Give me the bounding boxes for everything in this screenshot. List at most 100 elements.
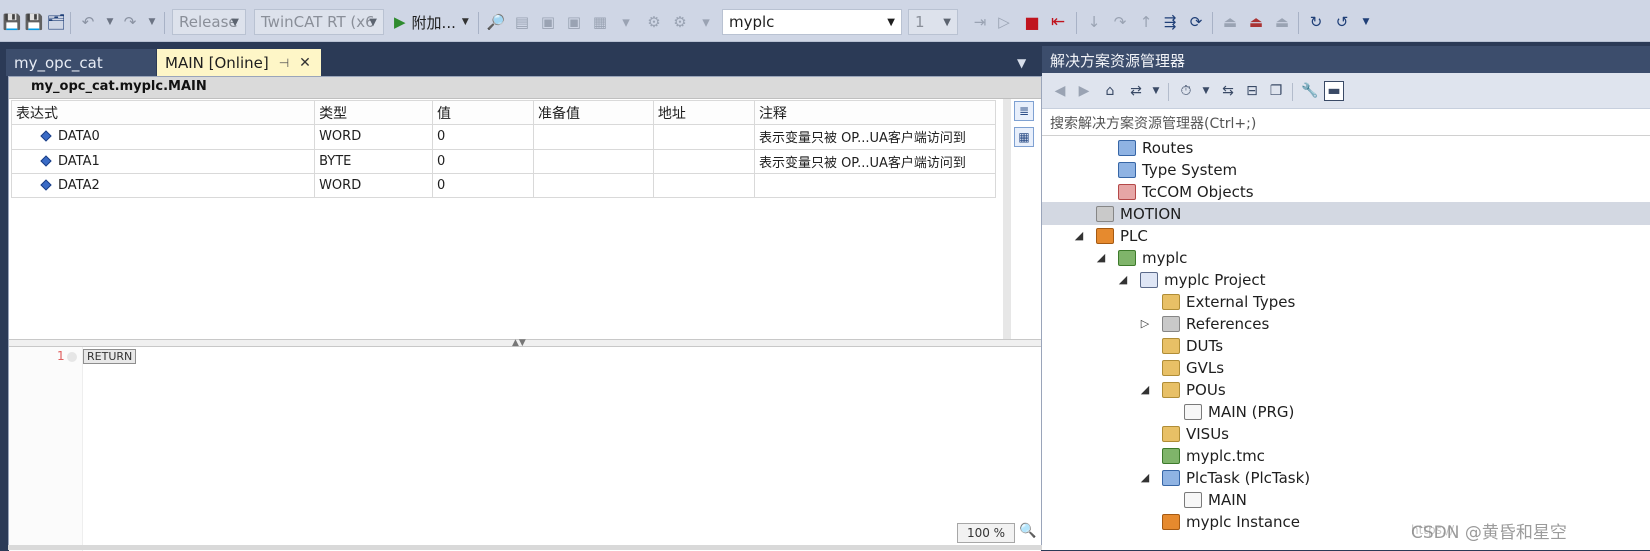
column-header-expression[interactable]: 表达式 <box>10 99 316 126</box>
restart-icon[interactable]: ▣ <box>564 10 584 34</box>
login-icon[interactable]: ⇥ <box>970 10 990 34</box>
expanded-arrow-icon[interactable]: ◢ <box>1138 471 1152 484</box>
configuration-dropdown[interactable]: Release ▼ <box>172 9 246 35</box>
zoom-icon[interactable]: 🔍 <box>1019 523 1036 539</box>
platform-dropdown[interactable]: TwinCAT RT (x6 ▼ <box>254 9 384 35</box>
tree-item-myplc[interactable]: ◢ myplc <box>1094 246 1188 269</box>
table-row[interactable]: DATA2 WORD 0 <box>10 172 997 199</box>
tabular-view-icon[interactable]: ▦ <box>1014 127 1034 147</box>
download-icon[interactable]: ⏏ <box>1220 10 1240 34</box>
scan-icon[interactable]: ▾ <box>616 10 636 34</box>
tab-my-opc-cat[interactable]: my_opc_cat <box>6 49 156 76</box>
tree-item-routes[interactable]: Routes <box>1118 136 1193 159</box>
solution-search-input[interactable]: 搜索解决方案资源管理器(Ctrl+;) <box>1042 109 1650 136</box>
stop-icon[interactable]: ■ <box>1022 10 1042 34</box>
prepared-value-cell[interactable] <box>532 124 654 150</box>
refresh-icon[interactable]: ↻ <box>1306 10 1326 34</box>
more-icon[interactable]: ▾ <box>696 10 716 34</box>
tab-main-online[interactable]: MAIN [Online] ⊣ ✕ <box>157 49 321 76</box>
tree-item-main-prg[interactable]: MAIN (PRG) <box>1184 400 1294 423</box>
undo-icon[interactable]: ↶ <box>78 10 98 34</box>
expanded-arrow-icon[interactable]: ◢ <box>1116 273 1130 286</box>
expanded-arrow-icon[interactable]: ◢ <box>1094 251 1108 264</box>
prepared-value-cell[interactable] <box>532 148 654 174</box>
editor-splitter[interactable]: ▲▼ <box>9 338 1041 348</box>
tree-item-external-types[interactable]: External Types <box>1162 290 1295 313</box>
save-icon[interactable]: 💾 <box>24 10 44 34</box>
breakpoint-marker[interactable] <box>67 352 77 362</box>
tree-item-myplc-instance[interactable]: myplc Instance <box>1138 510 1300 533</box>
prepared-value-cell[interactable] <box>532 172 654 199</box>
logout-icon[interactable]: ⇤ <box>1048 10 1068 34</box>
tree-item-visus[interactable]: VISUs <box>1162 422 1229 445</box>
step-over-icon[interactable]: ↷ <box>1110 10 1130 34</box>
step-into-icon[interactable]: ↓ <box>1084 10 1104 34</box>
tree-item-references[interactable]: ▷ References <box>1138 312 1270 335</box>
task-dropdown[interactable]: 1 ▼ <box>908 9 958 35</box>
tree-item-pous[interactable]: ◢ POUs <box>1138 378 1226 401</box>
write-values-icon[interactable]: ⏏ <box>1272 10 1292 34</box>
sync-icon[interactable]: ⇆ <box>1218 81 1238 101</box>
config-mode-icon[interactable]: ▦ <box>590 10 610 34</box>
reset-icon[interactable]: ⟳ <box>1186 10 1206 34</box>
column-header-comment[interactable]: 注释 <box>753 99 997 126</box>
back-icon[interactable]: ◀ <box>1050 81 1070 101</box>
column-header-address[interactable]: 地址 <box>652 99 755 126</box>
pending-changes-icon[interactable]: ⏱ <box>1176 81 1196 101</box>
gear-icon[interactable]: ⚙ <box>670 10 690 34</box>
tree-item-type-system[interactable]: Type System <box>1118 158 1237 181</box>
column-header-type[interactable]: 类型 <box>314 99 433 126</box>
tree-item-motion[interactable]: MOTION <box>1096 202 1181 225</box>
tree-item-myplc-project[interactable]: ◢ myplc Project <box>1116 268 1266 291</box>
redo-dropdown-icon[interactable]: ▼ <box>142 10 162 34</box>
code-editor[interactable]: 1 RETURN 100 % 🔍 <box>9 347 1041 551</box>
close-icon[interactable]: ✕ <box>299 55 311 71</box>
attach-button[interactable]: ▶ 附加... ▼ <box>394 10 469 34</box>
expanded-arrow-icon[interactable]: ◢ <box>1138 383 1152 396</box>
show-next-statement-icon[interactable]: ⇶ <box>1160 10 1180 34</box>
home-icon[interactable]: ⌂ <box>1100 81 1120 101</box>
build-icon[interactable]: ▤ <box>512 10 532 34</box>
tree-item-duts[interactable]: DUTs <box>1162 334 1223 357</box>
redo-icon[interactable]: ↷ <box>120 10 140 34</box>
table-row[interactable]: DATA0 WORD 0 表示变量只被 OP...UA客户端访问到 <box>10 124 997 150</box>
column-header-prepared-value[interactable]: 准备值 <box>532 99 654 126</box>
table-row[interactable]: DATA1 BYTE 0 表示变量只被 OP...UA客户端访问到 <box>10 148 997 174</box>
gear-icon[interactable]: ⚙ <box>644 10 664 34</box>
watch-title: my_opc_cat.myplc.MAIN <box>9 77 1041 99</box>
project-dropdown[interactable]: myplc ▼ <box>722 9 902 35</box>
collapsed-arrow-icon[interactable]: ▷ <box>1138 317 1152 330</box>
collapse-all-icon[interactable]: ⊟ <box>1242 81 1262 101</box>
forward-icon[interactable]: ▶ <box>1074 81 1094 101</box>
expanded-arrow-icon[interactable]: ◢ <box>1072 229 1086 242</box>
declaration-scrollbar[interactable] <box>1003 99 1011 339</box>
toolbar-overflow-icon[interactable]: ▼ <box>1356 10 1376 34</box>
tree-item-myplc-tmc[interactable]: myplc.tmc <box>1162 444 1265 467</box>
activate-config-icon[interactable]: ▣ <box>538 10 558 34</box>
save-icon[interactable]: 💾 <box>2 10 22 34</box>
chevron-down-icon[interactable]: ▼ <box>1146 81 1166 101</box>
copy-icon[interactable]: ❐ <box>1266 81 1286 101</box>
pin-icon[interactable]: ⊣ <box>279 56 289 70</box>
upload-icon[interactable]: ⏏ <box>1246 10 1266 34</box>
tree-item-main-task[interactable]: MAIN <box>1184 488 1247 511</box>
search-icon[interactable]: 🔎 <box>486 10 506 34</box>
zoom-level[interactable]: 100 % <box>957 523 1015 543</box>
horizontal-scrollbar[interactable] <box>8 545 1042 550</box>
step-out-icon[interactable]: ↑ <box>1136 10 1156 34</box>
undo-dropdown-icon[interactable]: ▼ <box>100 10 120 34</box>
preview-icon[interactable]: ▬ <box>1324 81 1344 101</box>
properties-icon[interactable]: 🔧 <box>1300 81 1320 101</box>
textual-view-icon[interactable]: ≣ <box>1014 101 1034 121</box>
switch-views-icon[interactable]: ⇄ <box>1126 81 1146 101</box>
refresh-all-icon[interactable]: ↺ <box>1332 10 1352 34</box>
column-header-value[interactable]: 值 <box>431 99 534 126</box>
chevron-down-icon[interactable]: ▼ <box>1196 81 1216 101</box>
tab-overflow-icon[interactable]: ▼ <box>1017 56 1026 70</box>
start-icon[interactable]: ▷ <box>994 10 1014 34</box>
tree-item-tccom-objects[interactable]: TcCOM Objects <box>1118 180 1254 203</box>
tree-item-gvls[interactable]: GVLs <box>1162 356 1224 379</box>
tree-item-plctask[interactable]: ◢ PlcTask (PlcTask) <box>1138 466 1310 489</box>
tree-item-plc[interactable]: ◢ PLC <box>1072 224 1148 247</box>
save-all-icon[interactable]: 🗂 <box>46 10 66 34</box>
